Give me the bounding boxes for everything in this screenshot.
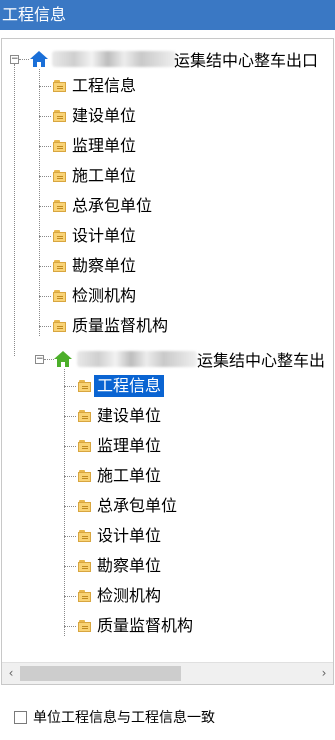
tree-item[interactable]: 监理单位 xyxy=(39,132,139,160)
tree-item[interactable]: 建设单位 xyxy=(64,402,164,430)
folder-icon xyxy=(78,380,91,392)
root1-home-icon xyxy=(30,51,48,67)
folder-icon xyxy=(53,290,66,302)
tree-item[interactable]: 勘察单位 xyxy=(39,252,139,280)
folder-icon xyxy=(78,470,91,482)
tree-item[interactable]: 设计单位 xyxy=(39,222,139,250)
scrollbar-thumb[interactable] xyxy=(20,666,181,681)
root1-label[interactable]: 运集结中心整车出口 xyxy=(174,47,318,71)
tree-item[interactable]: 总承包单位 xyxy=(64,492,180,520)
tree-item[interactable]: 施工单位 xyxy=(39,162,139,190)
tree-item[interactable]: 检测机构 xyxy=(64,582,164,610)
tree-item[interactable]: 总承包单位 xyxy=(39,192,155,220)
folder-icon xyxy=(78,530,91,542)
folder-icon xyxy=(53,200,66,212)
root2-redacted-name xyxy=(77,351,197,367)
sync-checkbox-label[interactable]: 单位工程信息与工程信息一致 xyxy=(33,707,215,727)
folder-icon xyxy=(53,80,66,92)
folder-icon xyxy=(78,620,91,632)
root2-label[interactable]: 运集结中心整车出 xyxy=(197,347,325,371)
folder-icon xyxy=(53,170,66,182)
horizontal-scrollbar[interactable]: ‹ › xyxy=(2,662,333,684)
root2-expander-icon[interactable]: − xyxy=(35,355,44,364)
root1-redacted-name xyxy=(52,51,176,67)
window-title: 工程信息 xyxy=(0,0,335,30)
tree-item[interactable]: 检测机构 xyxy=(39,282,139,310)
tree-item[interactable]: 施工单位 xyxy=(64,462,164,490)
tree-item[interactable]: 质量监督机构 xyxy=(39,312,171,340)
folder-icon xyxy=(78,410,91,422)
folder-icon xyxy=(78,560,91,572)
folder-icon xyxy=(78,590,91,602)
folder-icon xyxy=(53,140,66,152)
sync-checkbox[interactable] xyxy=(14,710,27,724)
tree-panel[interactable]: − 运集结中心整车出口 工程信息 建设单位 监理单位 施工单位 总承包单位 设计… xyxy=(1,38,334,685)
folder-icon xyxy=(78,500,91,512)
folder-icon xyxy=(53,260,66,272)
scroll-left-icon[interactable]: ‹ xyxy=(2,663,20,684)
tree-item[interactable]: 设计单位 xyxy=(64,522,164,550)
scroll-right-icon[interactable]: › xyxy=(315,663,333,684)
tree-item[interactable]: 勘察单位 xyxy=(64,552,164,580)
folder-icon xyxy=(53,230,66,242)
folder-icon xyxy=(53,110,66,122)
sync-option[interactable]: 单位工程信息与工程信息一致 xyxy=(14,707,215,727)
tree-item[interactable]: 工程信息 xyxy=(39,72,139,100)
tree-item[interactable]: 建设单位 xyxy=(39,102,139,130)
root2-home-icon xyxy=(54,351,72,367)
tree-item-selected[interactable]: 工程信息 xyxy=(64,372,165,400)
folder-icon xyxy=(78,440,91,452)
tree-view[interactable]: − 运集结中心整车出口 工程信息 建设单位 监理单位 施工单位 总承包单位 设计… xyxy=(2,39,333,663)
tree-item[interactable]: 监理单位 xyxy=(64,432,164,460)
folder-icon xyxy=(53,320,66,332)
tree-item[interactable]: 质量监督机构 xyxy=(64,612,196,640)
root1-expander-icon[interactable]: − xyxy=(10,55,19,64)
